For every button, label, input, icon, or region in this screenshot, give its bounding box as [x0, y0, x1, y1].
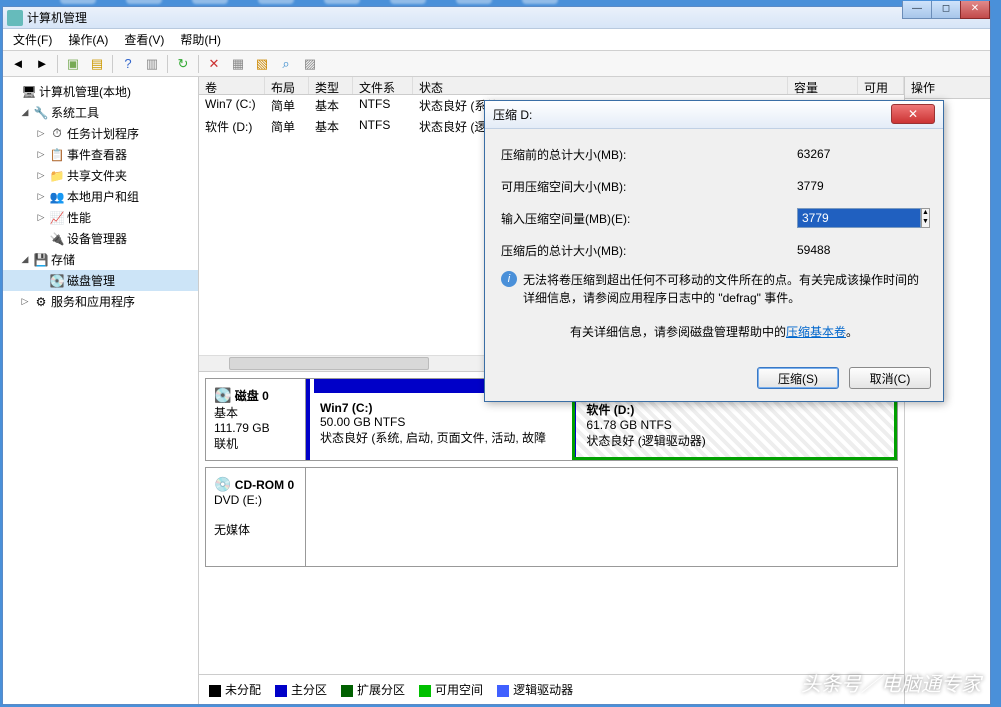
nav-tree[interactable]: 🖥计算机管理(本地) ◢🔧系统工具 ▷⏱任务计划程序 ▷📋事件查看器 ▷📁共享文…	[3, 77, 199, 704]
col-type[interactable]: 类型	[309, 77, 353, 94]
spin-down-icon[interactable]: ▼	[922, 218, 929, 227]
legend: 未分配 主分区 扩展分区 可用空间 逻辑驱动器	[199, 674, 904, 704]
maximize-button[interactable]: ◻	[931, 1, 961, 19]
nav-back-button[interactable]: ◄	[7, 53, 29, 75]
tree-root[interactable]: 🖥计算机管理(本地)	[3, 81, 198, 102]
action3-button[interactable]: ⌕	[275, 53, 297, 75]
spin-up-icon[interactable]: ▲	[922, 209, 929, 218]
window-title: 计算机管理	[27, 9, 986, 26]
menu-help[interactable]: 帮助(H)	[174, 29, 227, 50]
delete-button[interactable]: ✕	[203, 53, 225, 75]
before-size-value: 63267	[797, 147, 927, 161]
info-icon: i	[501, 271, 517, 287]
action4-button[interactable]: ▨	[299, 53, 321, 75]
tree-storage[interactable]: ◢💾存储	[3, 249, 198, 270]
tree-task-scheduler[interactable]: ▷⏱任务计划程序	[3, 123, 198, 144]
help-link[interactable]: 压缩基本卷	[786, 325, 846, 339]
tree-device-manager[interactable]: 🔌设备管理器	[3, 228, 198, 249]
col-layout[interactable]: 布局	[265, 77, 309, 94]
toolbar: ◄ ► ▣ ▤ ? ▥ ↻ ✕ ▦ ▧ ⌕ ▨	[3, 51, 990, 77]
col-capacity[interactable]: 容量	[788, 77, 858, 94]
cancel-button[interactable]: 取消(C)	[849, 367, 931, 389]
tree-system-tools[interactable]: ◢🔧系统工具	[3, 102, 198, 123]
shrink-dialog: 压缩 D: ✕ 压缩前的总计大小(MB): 63267 可用压缩空间大小(MB)…	[484, 100, 944, 402]
available-shrink-value: 3779	[797, 179, 927, 193]
tree-performance[interactable]: ▷📈性能	[3, 207, 198, 228]
info-text-2: 有关详细信息，请参阅磁盘管理帮助中的压缩基本卷。	[570, 323, 858, 341]
tree-disk-management[interactable]: 💽磁盘管理	[3, 270, 198, 291]
menu-action[interactable]: 操作(A)	[62, 29, 114, 50]
info-text-1: 无法将卷压缩到超出任何不可移动的文件所在的点。有关完成该操作时间的详细信息，请参…	[523, 271, 927, 307]
disk-icon: 💽	[214, 387, 231, 403]
action2-button[interactable]: ▧	[251, 53, 273, 75]
shrink-amount-label: 输入压缩空间量(MB)(E):	[501, 210, 797, 227]
properties-button[interactable]: ▥	[141, 53, 163, 75]
dialog-titlebar[interactable]: 压缩 D: ✕	[485, 101, 943, 129]
after-size-value: 59488	[797, 243, 927, 257]
refresh-button[interactable]: ↻	[172, 53, 194, 75]
disk-0-label[interactable]: 💽 磁盘 0 基本 111.79 GB 联机	[206, 379, 306, 460]
up-button[interactable]: ▣	[62, 53, 84, 75]
minimize-button[interactable]: —	[902, 1, 932, 19]
shrink-amount-spinner[interactable]: ▲▼	[921, 208, 930, 228]
available-shrink-label: 可用压缩空间大小(MB):	[501, 178, 797, 195]
col-filesystem[interactable]: 文件系统	[353, 77, 413, 94]
before-size-label: 压缩前的总计大小(MB):	[501, 146, 797, 163]
help-button[interactable]: ?	[117, 53, 139, 75]
volume-list-header[interactable]: 卷 布局 类型 文件系统 状态 容量 可用	[199, 77, 904, 95]
col-free[interactable]: 可用	[858, 77, 904, 94]
shrink-amount-input[interactable]	[797, 208, 921, 228]
after-size-label: 压缩后的总计大小(MB):	[501, 242, 797, 259]
titlebar[interactable]: 计算机管理	[3, 7, 990, 29]
menu-file[interactable]: 文件(F)	[7, 29, 58, 50]
col-volume[interactable]: 卷	[199, 77, 265, 94]
shrink-button[interactable]: 压缩(S)	[757, 367, 839, 389]
nav-forward-button[interactable]: ►	[31, 53, 53, 75]
dialog-close-button[interactable]: ✕	[891, 104, 935, 124]
tree-shared-folders[interactable]: ▷📁共享文件夹	[3, 165, 198, 186]
window-controls: — ◻ ✕	[903, 1, 990, 19]
app-icon	[7, 10, 23, 26]
close-button[interactable]: ✕	[960, 1, 990, 19]
action1-button[interactable]: ▦	[227, 53, 249, 75]
dialog-title: 压缩 D:	[493, 106, 891, 123]
tree-services[interactable]: ▷⚙服务和应用程序	[3, 291, 198, 312]
disk-graphical-view: 💽 磁盘 0 基本 111.79 GB 联机 Win7 (C:) 50.00 G…	[199, 371, 904, 674]
cdrom-row: 💿 CD-ROM 0 DVD (E:) 无媒体	[205, 467, 898, 567]
tree-event-viewer[interactable]: ▷📋事件查看器	[3, 144, 198, 165]
cdrom-label[interactable]: 💿 CD-ROM 0 DVD (E:) 无媒体	[206, 468, 306, 566]
scrollbar-thumb[interactable]	[229, 357, 429, 370]
menu-view[interactable]: 查看(V)	[118, 29, 170, 50]
cdrom-icon: 💿	[214, 476, 231, 492]
actions-header: 操作	[905, 77, 990, 99]
menubar: 文件(F) 操作(A) 查看(V) 帮助(H)	[3, 29, 990, 51]
col-status[interactable]: 状态	[413, 77, 788, 94]
show-hide-button[interactable]: ▤	[86, 53, 108, 75]
tree-local-users[interactable]: ▷👥本地用户和组	[3, 186, 198, 207]
